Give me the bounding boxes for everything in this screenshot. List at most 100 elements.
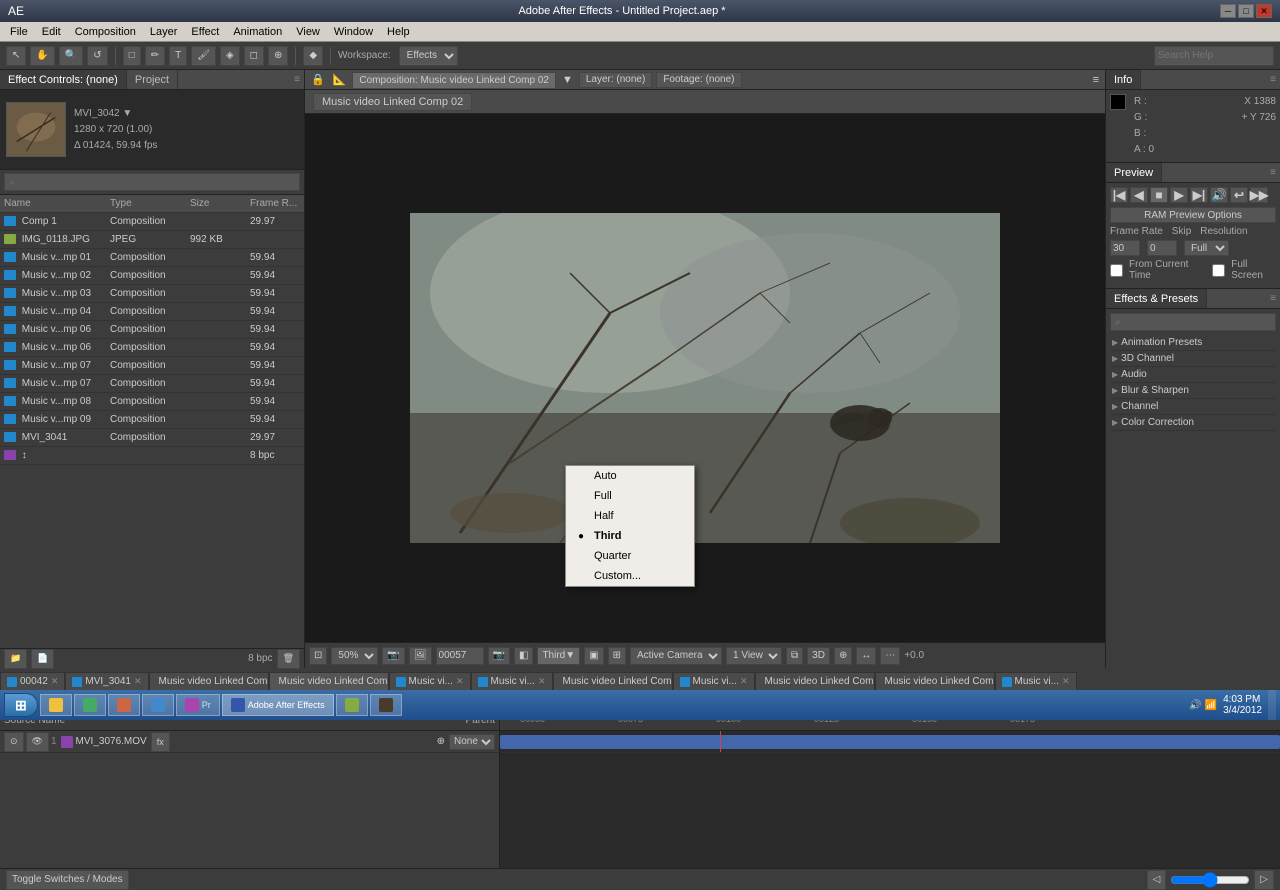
comp-trans[interactable]: ▣ bbox=[584, 647, 603, 665]
preview-prev-frame[interactable]: ◀ bbox=[1130, 187, 1148, 203]
preview-next-frame[interactable]: ▶| bbox=[1190, 187, 1208, 203]
tool-text[interactable]: T bbox=[169, 46, 187, 66]
timeline-tab[interactable]: 00042 ✕ bbox=[0, 672, 65, 690]
preview-first-frame[interactable]: |◀ bbox=[1110, 187, 1128, 203]
tool-roto[interactable]: ⊕ bbox=[268, 46, 288, 66]
resolution-option-custom[interactable]: Custom... bbox=[566, 566, 694, 586]
tool-select[interactable]: ↖ bbox=[6, 46, 26, 66]
menu-layer[interactable]: Layer bbox=[144, 25, 184, 39]
comp-grid[interactable]: ⊞ bbox=[608, 647, 626, 665]
menu-effect[interactable]: Effect bbox=[185, 25, 225, 39]
ram-preview-options-btn[interactable]: RAM Preview Options bbox=[1110, 207, 1276, 223]
effects-search-input[interactable] bbox=[1110, 313, 1276, 331]
comp-snapshot[interactable]: 📷 bbox=[382, 647, 404, 665]
timeline-tab[interactable]: Music video Linked Comp 06 ✕ bbox=[755, 672, 875, 690]
project-list-item[interactable]: IMG_0118.JPG JPEG 992 KB bbox=[0, 231, 304, 249]
panel-menu-btn[interactable]: ≡ bbox=[290, 73, 304, 86]
comp-view-options[interactable]: ⧉ bbox=[786, 647, 803, 665]
frame-number-input[interactable] bbox=[436, 647, 484, 665]
layer-eye[interactable]: 👁 bbox=[26, 732, 49, 752]
bottom-zoom-out[interactable]: ◁ bbox=[1147, 870, 1167, 890]
tab-close-icon[interactable]: ✕ bbox=[1062, 676, 1070, 687]
project-list-item[interactable]: Music v...mp 07 Composition 59.94 bbox=[0, 375, 304, 393]
taskbar-app-media[interactable] bbox=[74, 694, 106, 716]
tool-clone[interactable]: ◈ bbox=[220, 46, 240, 66]
search-help-input[interactable] bbox=[1154, 46, 1274, 66]
close-button[interactable]: ✕ bbox=[1256, 4, 1272, 18]
taskbar-app-premiere[interactable]: Pr bbox=[176, 694, 220, 716]
layer-solo[interactable]: ⊙ bbox=[4, 732, 24, 752]
tab-close-icon[interactable]: ✕ bbox=[134, 676, 142, 687]
project-list-item[interactable]: Music v...mp 06 Composition 59.94 bbox=[0, 339, 304, 357]
comp-pos[interactable]: ↔ bbox=[856, 647, 876, 665]
preview-ram[interactable]: ▶▶ bbox=[1250, 187, 1268, 203]
tool-hand[interactable]: ✋ bbox=[30, 46, 54, 66]
project-list-item[interactable]: Music v...mp 09 Composition 59.94 bbox=[0, 411, 304, 429]
comp-3d[interactable]: 3D bbox=[807, 647, 830, 665]
taskbar-app-ie[interactable] bbox=[142, 694, 174, 716]
comp-viewer-menu[interactable]: ≡ bbox=[1091, 74, 1101, 86]
zoom-select[interactable]: 50% bbox=[331, 647, 378, 665]
preview-audio[interactable]: 🔊 bbox=[1210, 187, 1228, 203]
minimize-button[interactable]: ─ bbox=[1220, 4, 1236, 18]
menu-animation[interactable]: Animation bbox=[227, 25, 288, 39]
layer-effects[interactable]: fx bbox=[151, 732, 170, 752]
menu-edit[interactable]: Edit bbox=[36, 25, 67, 39]
layer-tab[interactable]: Layer: (none) bbox=[579, 72, 652, 88]
effects-panel-menu[interactable]: ≡ bbox=[1266, 292, 1280, 305]
effect-category-item[interactable]: Channel bbox=[1110, 399, 1276, 415]
info-panel-menu[interactable]: ≡ bbox=[1266, 73, 1280, 86]
comp-axis[interactable]: ⊕ bbox=[834, 647, 852, 665]
tool-pen[interactable]: ✏ bbox=[145, 46, 165, 66]
menu-view[interactable]: View bbox=[290, 25, 326, 39]
timeline-tab[interactable]: Music vi... ✕ bbox=[471, 672, 553, 690]
project-list-item[interactable]: Music v...mp 02 Composition 59.94 bbox=[0, 267, 304, 285]
effect-category-item[interactable]: Animation Presets bbox=[1110, 335, 1276, 351]
skip-input[interactable] bbox=[1147, 240, 1177, 256]
taskbar-app-misc[interactable] bbox=[370, 694, 402, 716]
comp-icon[interactable]: 📐 bbox=[331, 73, 349, 86]
timeline-tab[interactable]: Music video Linked Comp 02 ✕ bbox=[269, 672, 389, 690]
tab-close-icon[interactable]: ✕ bbox=[538, 676, 546, 687]
project-list-item[interactable]: Music v...mp 03 Composition 59.94 bbox=[0, 285, 304, 303]
resolution-option-quarter[interactable]: Quarter bbox=[566, 546, 694, 566]
effect-category-item[interactable]: Blur & Sharpen bbox=[1110, 383, 1276, 399]
taskbar-app-explorer[interactable] bbox=[40, 694, 72, 716]
resolution-option-third[interactable]: ● Third bbox=[566, 526, 694, 546]
timeline-zoom-slider[interactable] bbox=[1170, 872, 1250, 888]
show-desktop-btn[interactable] bbox=[1268, 690, 1276, 720]
resolution-button[interactable]: Third ▼ bbox=[537, 647, 580, 665]
layer-parent-select[interactable]: None bbox=[449, 734, 495, 750]
project-search-input[interactable] bbox=[4, 173, 300, 191]
timeline-playhead[interactable] bbox=[720, 731, 721, 752]
taskbar-app-player[interactable] bbox=[108, 694, 140, 716]
composition-tab[interactable]: Composition: Music video Linked Comp 02 bbox=[352, 72, 556, 88]
timeline-tab[interactable]: Music video Linked Comp 04 ✕ bbox=[553, 672, 673, 690]
effect-category-item[interactable]: Color Correction bbox=[1110, 415, 1276, 431]
project-list-item[interactable]: Music v...mp 07 Composition 59.94 bbox=[0, 357, 304, 375]
tab-close-icon[interactable]: ✕ bbox=[456, 676, 464, 687]
tool-puppet[interactable]: ◆ bbox=[303, 46, 323, 66]
timeline-tab[interactable]: Music video Linked Comp 07 ✕ bbox=[875, 672, 995, 690]
toggle-switches-modes-btn[interactable]: Toggle Switches / Modes bbox=[6, 870, 129, 890]
tab-effects-presets[interactable]: Effects & Presets bbox=[1106, 289, 1207, 308]
tool-rotate[interactable]: ↺ bbox=[87, 46, 107, 66]
camera-select[interactable]: Active Camera bbox=[630, 647, 722, 665]
timeline-tab[interactable]: Music vi... ✕ bbox=[995, 672, 1077, 690]
project-list-item[interactable]: Music v...mp 01 Composition 59.94 bbox=[0, 249, 304, 267]
preview-play[interactable]: ▶ bbox=[1170, 187, 1188, 203]
menu-composition[interactable]: Composition bbox=[69, 25, 142, 39]
comp-draft[interactable]: ◧ bbox=[514, 647, 533, 665]
delete-btn[interactable]: 🗑 bbox=[277, 649, 300, 669]
taskbar-app-ae[interactable]: Adobe After Effects bbox=[222, 694, 334, 716]
tool-eraser[interactable]: ◻ bbox=[244, 46, 264, 66]
start-button[interactable]: ⊞ bbox=[4, 693, 38, 717]
menu-help[interactable]: Help bbox=[381, 25, 416, 39]
timeline-tab[interactable]: Music video Linked Comp 01 ✕ bbox=[149, 672, 269, 690]
taskbar-app-extend[interactable] bbox=[336, 694, 368, 716]
comp-more[interactable]: ⋯ bbox=[880, 647, 900, 665]
tab-project[interactable]: Project bbox=[127, 70, 178, 89]
menu-file[interactable]: File bbox=[4, 25, 34, 39]
tool-shape[interactable]: □ bbox=[123, 46, 141, 66]
preview-resolution-select[interactable]: Full bbox=[1184, 240, 1229, 256]
